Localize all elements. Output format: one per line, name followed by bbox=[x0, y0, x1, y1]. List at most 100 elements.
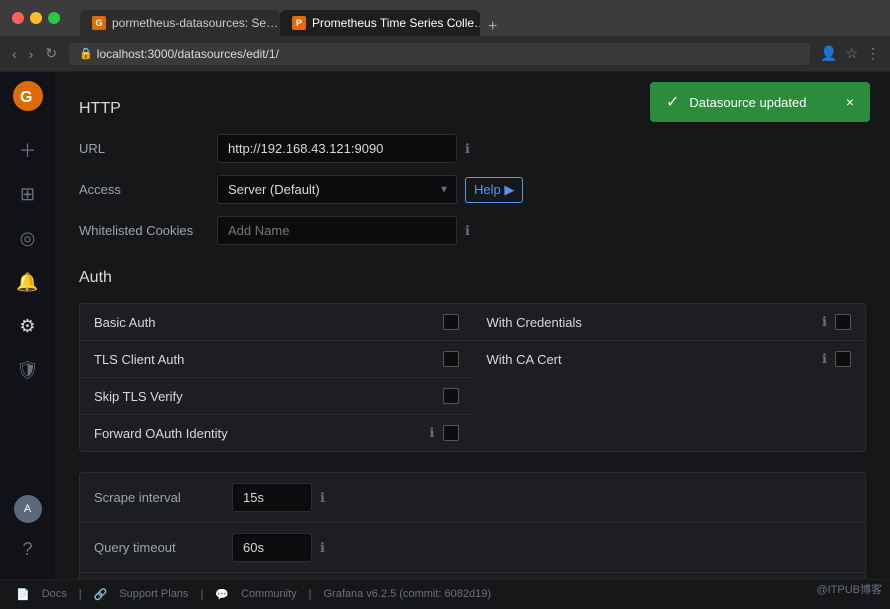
footer-separator-1: | bbox=[79, 588, 82, 601]
auth-section-header: Auth bbox=[79, 269, 866, 287]
sidebar-item-dashboards[interactable]: ⊞ bbox=[8, 174, 48, 214]
toast-close-button[interactable]: × bbox=[846, 94, 854, 110]
tab-label-2: Prometheus Time Series Colle… bbox=[312, 16, 480, 30]
svg-text:G: G bbox=[20, 89, 32, 106]
scrape-info-icon[interactable]: ℹ bbox=[320, 490, 325, 506]
grafana-logo[interactable]: G bbox=[12, 80, 44, 112]
auth-row-basic: Basic Auth bbox=[80, 304, 473, 341]
browser-chrome: G pormetheus-datasources: Se… ✕ P Promet… bbox=[0, 0, 890, 72]
footer-separator-3: | bbox=[309, 588, 312, 601]
with-credentials-info-icon[interactable]: ℹ bbox=[822, 314, 827, 330]
whitelisted-cookies-row: Whitelisted Cookies ℹ bbox=[79, 216, 866, 245]
sidebar-item-add[interactable]: ＋ bbox=[8, 130, 48, 170]
traffic-lights bbox=[12, 12, 60, 24]
menu-icon[interactable]: ⋮ bbox=[866, 45, 880, 62]
auth-row-ca-cert: With CA Cert ℹ bbox=[473, 341, 866, 377]
settings-section: Scrape interval ℹ Query timeout ℹ HTTP M… bbox=[79, 472, 866, 579]
sidebar-item-help[interactable]: ? bbox=[8, 529, 48, 569]
auth-right: With Credentials ℹ With CA Cert ℹ bbox=[473, 304, 866, 451]
access-row: Access Server (Default) ▼ Help ▶ bbox=[79, 175, 866, 204]
community-link[interactable]: Community bbox=[241, 588, 297, 601]
shield-icon: 🛡 bbox=[16, 360, 39, 381]
auth-grid: Basic Auth TLS Client Auth Skip TLS Veri… bbox=[79, 303, 866, 452]
support-icon: 🔗 bbox=[94, 588, 108, 601]
plus-icon: ＋ bbox=[19, 137, 37, 163]
settings-grid: Scrape interval ℹ Query timeout ℹ HTTP M… bbox=[79, 472, 866, 579]
query-timeout-label: Query timeout bbox=[94, 540, 224, 555]
query-timeout-input[interactable] bbox=[232, 533, 312, 562]
footer-separator-2: | bbox=[200, 588, 203, 601]
tab-2[interactable]: P Prometheus Time Series Colle… ✕ bbox=[280, 10, 480, 36]
maximize-button[interactable] bbox=[48, 12, 60, 24]
oauth-checkbox[interactable] bbox=[443, 425, 459, 441]
whitelisted-cookies-input[interactable] bbox=[217, 216, 457, 245]
http-method-row: HTTP Method GET POST ▼ ℹ bbox=[80, 573, 865, 579]
whitelisted-info-icon[interactable]: ℹ bbox=[465, 223, 470, 239]
bell-icon: 🔔 bbox=[16, 272, 38, 293]
url-info-icon[interactable]: ℹ bbox=[465, 141, 470, 157]
url-input[interactable] bbox=[217, 134, 457, 163]
app-layout: G ＋ ⊞ ◎ 🔔 ⚙ 🛡 A ? ✓ bbox=[0, 72, 890, 579]
avatar[interactable]: A bbox=[14, 495, 42, 523]
whitelisted-cookies-label: Whitelisted Cookies bbox=[79, 223, 209, 238]
sidebar-item-explore[interactable]: ◎ bbox=[8, 218, 48, 258]
watermark: @ITPUB博客 bbox=[816, 581, 882, 597]
toast-notification: ✓ Datasource updated × bbox=[650, 82, 870, 122]
tab-favicon-1: G bbox=[92, 16, 106, 30]
with-credentials-checkbox[interactable] bbox=[835, 314, 851, 330]
community-icon: 💬 bbox=[215, 588, 229, 601]
auth-row-skip-tls: Skip TLS Verify bbox=[80, 378, 473, 415]
scrape-interval-input[interactable] bbox=[232, 483, 312, 512]
with-credentials-label: With Credentials bbox=[487, 315, 815, 330]
oauth-info-icon[interactable]: ℹ bbox=[430, 425, 435, 441]
url-label: URL bbox=[79, 141, 209, 156]
tab-label-1: pormetheus-datasources: Se… bbox=[112, 16, 278, 30]
ca-cert-info-icon[interactable]: ℹ bbox=[822, 351, 827, 367]
help-link[interactable]: Help ▶ bbox=[465, 177, 523, 203]
dashboard-icon: ⊞ bbox=[20, 184, 35, 205]
query-timeout-info-icon[interactable]: ℹ bbox=[320, 540, 325, 556]
footer-icon: 📄 bbox=[16, 588, 30, 601]
reload-button[interactable]: ↻ bbox=[41, 43, 61, 64]
access-select[interactable]: Server (Default) bbox=[217, 175, 457, 204]
ca-cert-checkbox[interactable] bbox=[835, 351, 851, 367]
bookmark-icon[interactable]: ☆ bbox=[845, 45, 858, 62]
sidebar-bottom: A ? bbox=[8, 495, 48, 571]
auth-left: Basic Auth TLS Client Auth Skip TLS Veri… bbox=[80, 304, 473, 451]
close-button[interactable] bbox=[12, 12, 24, 24]
basic-auth-label: Basic Auth bbox=[94, 315, 435, 330]
access-label: Access bbox=[79, 182, 209, 197]
skip-tls-checkbox[interactable] bbox=[443, 388, 459, 404]
browser-titlebar: G pormetheus-datasources: Se… ✕ P Promet… bbox=[0, 0, 890, 36]
tab-1[interactable]: G pormetheus-datasources: Se… ✕ bbox=[80, 10, 280, 36]
profile-icon[interactable]: 👤 bbox=[820, 45, 837, 62]
main-content: ✓ Datasource updated × HTTP URL ℹ Access… bbox=[55, 72, 890, 579]
tls-auth-checkbox[interactable] bbox=[443, 351, 459, 367]
oauth-label: Forward OAuth Identity bbox=[94, 426, 422, 441]
toast-check-icon: ✓ bbox=[666, 92, 679, 112]
toast-message: Datasource updated bbox=[689, 95, 835, 110]
minimize-button[interactable] bbox=[30, 12, 42, 24]
forward-nav-button[interactable]: › bbox=[25, 44, 38, 64]
version-text: Grafana v6.2.5 (commit: 6082d19) bbox=[323, 588, 491, 601]
sidebar-item-alerting[interactable]: 🔔 bbox=[8, 262, 48, 302]
support-link[interactable]: Support Plans bbox=[119, 588, 188, 601]
lock-icon: 🔒 bbox=[79, 47, 93, 60]
query-timeout-row: Query timeout ℹ bbox=[80, 523, 865, 573]
sidebar-item-configuration[interactable]: ⚙ bbox=[8, 306, 48, 346]
auth-row-with-credentials: With Credentials ℹ bbox=[473, 304, 866, 341]
docs-link[interactable]: Docs bbox=[42, 588, 67, 601]
tls-auth-label: TLS Client Auth bbox=[94, 352, 435, 367]
address-bar-row: ‹ › ↻ 🔒 localhost:3000/datasources/edit/… bbox=[0, 36, 890, 72]
auth-section: Auth Basic Auth TLS Client Auth Skip TLS… bbox=[79, 269, 866, 452]
footer-links: 📄 Docs | 🔗 Support Plans | 💬 Community |… bbox=[16, 588, 491, 601]
sidebar-item-shield[interactable]: 🛡 bbox=[8, 350, 48, 390]
address-field[interactable]: 🔒 localhost:3000/datasources/edit/1/ bbox=[69, 43, 810, 65]
new-tab-button[interactable]: + bbox=[480, 18, 505, 36]
back-nav-button[interactable]: ‹ bbox=[8, 44, 21, 64]
access-select-wrapper: Server (Default) ▼ bbox=[217, 175, 457, 204]
skip-tls-label: Skip TLS Verify bbox=[94, 389, 435, 404]
scrape-interval-row: Scrape interval ℹ bbox=[80, 473, 865, 523]
basic-auth-checkbox[interactable] bbox=[443, 314, 459, 330]
auth-row-oauth: Forward OAuth Identity ℹ bbox=[80, 415, 473, 451]
